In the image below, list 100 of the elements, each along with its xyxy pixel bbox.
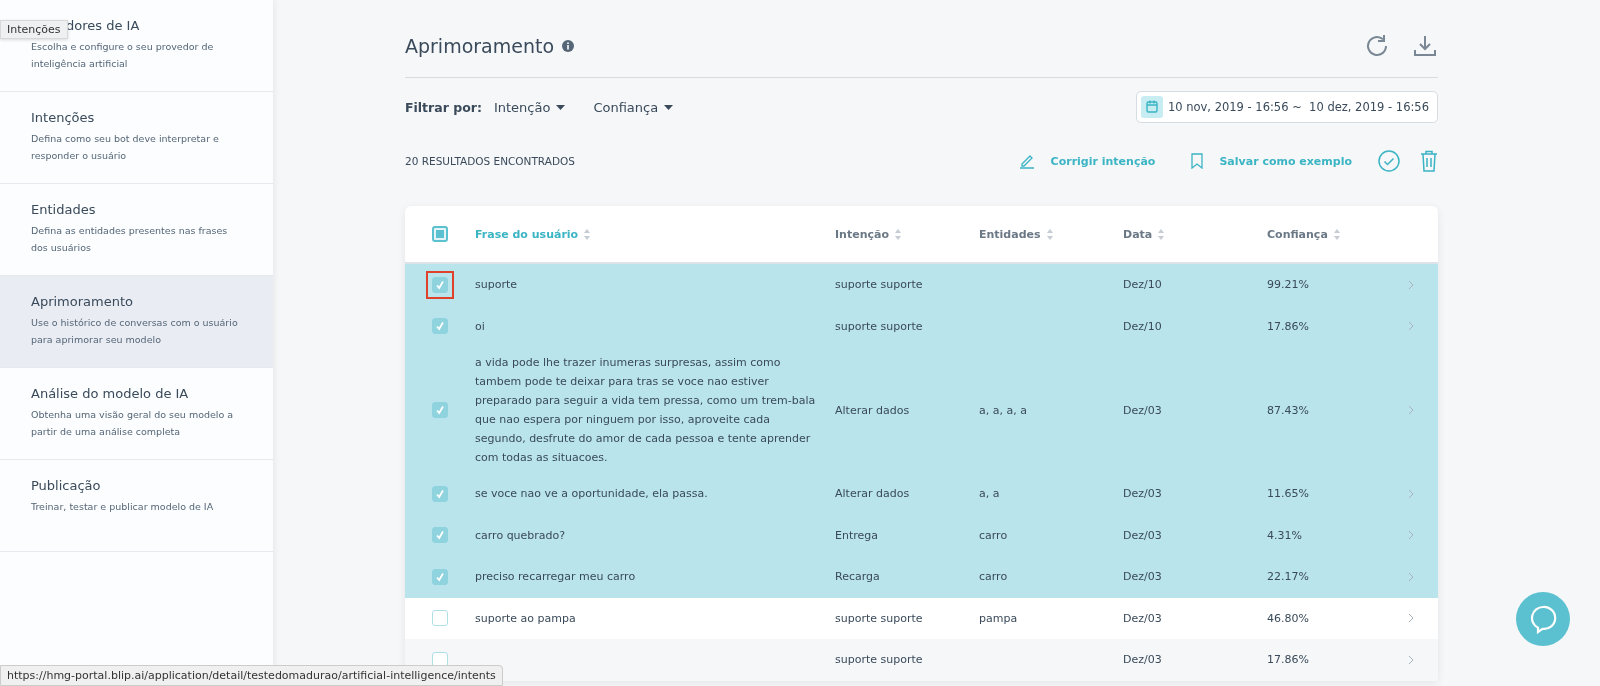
- table-cell-text: Entrega: [835, 527, 879, 544]
- table-cell-text: suporte ao pampa: [475, 610, 577, 627]
- chevron-right-icon[interactable]: [1408, 571, 1414, 582]
- table-cell-text: Dez/03: [1123, 527, 1163, 544]
- row-checkbox[interactable]: [432, 402, 448, 418]
- table-cell-text: carro: [979, 527, 1009, 544]
- table-cell-text: 4.31%: [1267, 527, 1303, 544]
- item-description: Treinar, testar e publicar modelo de IA: [31, 500, 215, 514]
- caret-icon: [664, 104, 674, 110]
- table-row[interactable]: suporte ao pampa suporte suporte pampa Dez/03 46.80%: [405, 597, 1438, 639]
- check-icon: [435, 279, 445, 290]
- page-title: Aprimoramento: [405, 34, 555, 57]
- sort-icon[interactable]: [584, 228, 591, 240]
- approve-button[interactable]: [1378, 150, 1400, 172]
- table-cell-text: 99.21%: [1267, 277, 1310, 294]
- table-row[interactable]: se voce nao ve a oportunidade, ela passa. Alterar dados a, a Dez/03 11.65%: [405, 473, 1438, 515]
- row-checkbox[interactable]: [432, 610, 448, 627]
- chevron-right-icon[interactable]: [1408, 405, 1414, 415]
- sort-icon[interactable]: [1333, 228, 1340, 240]
- table-row[interactable]: suporte suporte suporte Dez/10 99.21%: [405, 264, 1438, 306]
- table-cell-text: oi: [475, 318, 486, 335]
- sort-icon[interactable]: [1046, 228, 1053, 240]
- table-cell-text: 17.86%: [1267, 318, 1310, 335]
- refresh-button[interactable]: [1364, 32, 1390, 59]
- item-title: Entidades: [31, 202, 97, 217]
- item-title: Intenções: [31, 110, 96, 125]
- table-cell-text: a, a: [979, 486, 1001, 503]
- bookmark-icon: [1191, 153, 1204, 169]
- item-description: Obtenha uma visão geral do seu modelo a partir de uma análise completa: [31, 408, 235, 439]
- sidebar-item[interactable]: Aprimoramento Use o histórico de conversas com o usuário para aprimorar seu modelo: [0, 276, 273, 368]
- sidebar-item[interactable]: Intenções Defina como seu bot deve interpretar e responder o usuário: [0, 92, 273, 184]
- row-checkbox[interactable]: [432, 276, 448, 293]
- sidebar-item[interactable]: Publicação Treinar, testar e publicar modelo de IA: [0, 460, 273, 552]
- item-description: Defina como seu bot deve interpretar e responder o usuário: [31, 132, 220, 163]
- filter-dropdown[interactable]: Intenção: [493, 99, 566, 115]
- table-cell-text: Dez/10: [1123, 277, 1163, 294]
- results-count: 20 RESULTADOS ENCONTRADOS: [405, 155, 575, 167]
- date-range-picker[interactable]: 10 nov, 2019 - 16:56 ~ 10 dez, 2019 - 16:56: [1135, 91, 1438, 123]
- tooltip: Intenções: [0, 20, 68, 39]
- item-title: Aprimoramento: [31, 294, 134, 309]
- table-cell-text: 11.65%: [1267, 486, 1310, 503]
- table-cell-text: 22.17%: [1267, 569, 1310, 586]
- date-range-text: 10 nov, 2019 - 16:56 ~ 10 dez, 2019 - 16:56: [1167, 100, 1429, 114]
- caret-icon: [556, 104, 566, 110]
- table-cell-text: Dez/03: [1123, 569, 1163, 586]
- item-description: Use o histórico de conversas com o usuário para aprimorar seu modelo: [31, 316, 239, 347]
- check-icon: [435, 405, 445, 415]
- filter-dropdown[interactable]: Confiança: [593, 99, 674, 115]
- table-cell-text: pampa: [979, 610, 1019, 627]
- check-icon: [435, 321, 445, 332]
- filter-label: Filtrar por:: [405, 99, 482, 115]
- sort-icon[interactable]: [895, 228, 901, 240]
- table-cell-text: carro quebrado?: [475, 527, 567, 544]
- column-header[interactable]: Data: [1123, 227, 1267, 241]
- table-cell-text: 87.43%: [1267, 402, 1310, 419]
- table-cell-text: suporte suporte: [835, 318, 924, 335]
- table-cell-text: preciso recarregar meu carro: [475, 569, 637, 586]
- chevron-right-icon[interactable]: [1408, 530, 1414, 541]
- delete-button[interactable]: [1420, 150, 1438, 172]
- table-cell-text: Dez/10: [1123, 318, 1163, 335]
- status-bar-url: https://hmg-portal.blip.ai/application/detail/testedomadurao/artificial-intelligence/intents: [0, 665, 503, 686]
- row-checkbox[interactable]: [432, 485, 448, 502]
- row-checkbox[interactable]: [432, 568, 448, 585]
- check-icon: [435, 571, 445, 582]
- table-cell-text: se voce nao ve a oportunidade, ela passa.: [475, 486, 709, 503]
- table-cell-text: Recarga: [835, 569, 881, 586]
- chat-button[interactable]: [1516, 592, 1570, 646]
- table-row[interactable]: carro quebrado? Entrega carro Dez/03 4.31%: [405, 514, 1438, 556]
- item-title: Análise do modelo de IA: [31, 386, 190, 401]
- table-cell-text: Dez/03: [1123, 402, 1163, 419]
- table-cell-text: suporte: [475, 277, 519, 294]
- chevron-right-icon[interactable]: [1408, 654, 1414, 665]
- table-row[interactable]: preciso recarregar meu carro Recarga carro Dez/03 22.17%: [405, 556, 1438, 598]
- table-cell-text: Dez/03: [1123, 652, 1163, 669]
- info-icon[interactable]: [562, 39, 575, 52]
- column-header[interactable]: Intenção: [835, 227, 979, 241]
- chevron-right-icon[interactable]: [1408, 279, 1414, 290]
- table-cell-text: a vida pode lhe trazer inumeras surpresas, assim como tambem pode te deixar para tras se voce nao estiver preparado para seguir a vida tem pressa, como um trem-bala que nao espera por ninguem por isso, aproveite cada segundo, desfrute do amor de cada pessoa e tente aprender com todas as situacoes.: [475, 355, 817, 466]
- chevron-right-icon[interactable]: [1408, 613, 1414, 624]
- check-icon: [435, 488, 445, 499]
- table-cell-text: 46.80%: [1267, 610, 1310, 627]
- select-all-checkbox[interactable]: [432, 226, 448, 242]
- sidebar-item[interactable]: Análise do modelo de IA Obtenha uma visão geral do seu modelo a partir de uma análise completa: [0, 368, 273, 460]
- table-cell-text: suporte suporte: [835, 652, 924, 669]
- pencil-icon: [1018, 153, 1035, 169]
- column-header[interactable]: Entidades: [979, 227, 1123, 241]
- row-checkbox[interactable]: [432, 527, 448, 544]
- row-checkbox[interactable]: [432, 318, 448, 335]
- table-cell-text: Dez/03: [1123, 486, 1163, 503]
- table-cell-text: a, a, a, a: [979, 402, 1028, 419]
- chevron-right-icon[interactable]: [1408, 321, 1414, 332]
- table-cell-text: suporte suporte: [835, 277, 924, 294]
- sort-icon[interactable]: [1158, 228, 1165, 240]
- table-row[interactable]: oi suporte suporte Dez/10 17.86%: [405, 305, 1438, 347]
- chevron-right-icon[interactable]: [1408, 488, 1414, 499]
- calendar-icon: [1140, 96, 1163, 118]
- item-title: Publicação: [31, 478, 102, 493]
- item-description: Defina as entidades presentes nas frases dos usuários: [31, 224, 229, 255]
- table-cell-text: Dez/03: [1123, 610, 1163, 627]
- column-header[interactable]: Confiança: [1267, 227, 1408, 241]
